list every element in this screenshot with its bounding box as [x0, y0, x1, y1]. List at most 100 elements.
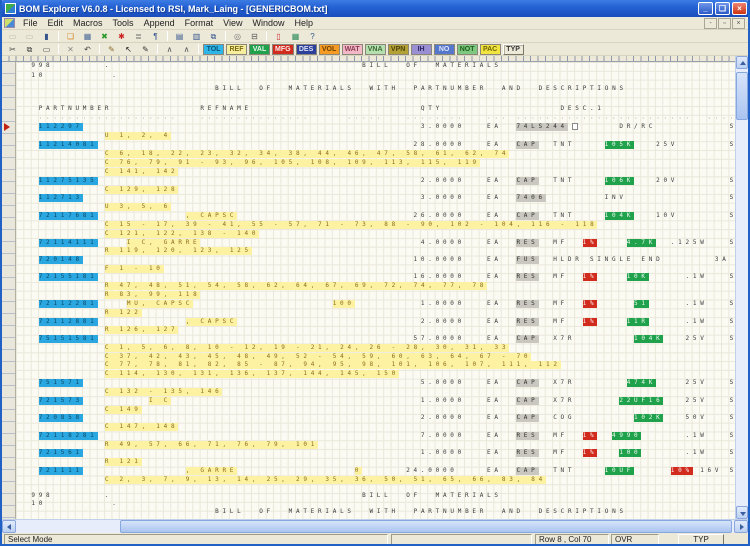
doc-seg-text: 5.0000: [421, 379, 465, 387]
doc-seg-dim: ························: [516, 115, 692, 123]
document-area[interactable]: 998.BILL OF MATERIALS10.BILL OF MATERIAL…: [2, 56, 748, 519]
vertical-scroll-thumb[interactable]: [736, 72, 748, 120]
doc-seg-pn: 721573: [39, 397, 83, 405]
field-button-wat[interactable]: WAT: [342, 44, 363, 55]
doc-line: R 121: [24, 458, 735, 467]
field-button-ih[interactable]: IH: [411, 44, 432, 55]
menu-view[interactable]: View: [218, 17, 247, 29]
layout-rows-icon[interactable]: ▤: [172, 31, 187, 42]
doc-seg-ref: C 132 - 135, 146: [105, 388, 223, 396]
doc-seg-text: .1W: [686, 432, 708, 440]
help-icon[interactable]: ?: [305, 31, 320, 42]
mdi-close-button[interactable]: ×: [732, 18, 745, 29]
status-panel-empty: [391, 534, 532, 545]
menu-format[interactable]: Format: [180, 17, 219, 29]
doc-seg-text: EA: [487, 397, 502, 405]
field-button-vpn[interactable]: VPN: [388, 44, 409, 55]
lines-icon[interactable]: ≣: [131, 31, 146, 42]
delete-icon[interactable]: ✕: [63, 44, 78, 55]
field-button-typ[interactable]: TYP: [503, 44, 524, 55]
menu-file[interactable]: File: [18, 17, 43, 29]
field-button-des[interactable]: DES: [296, 44, 317, 55]
doc-seg-text: MF: [553, 449, 568, 457]
doc-line: BILL OF MATERIALS WITH PARTNUMBER AND DE…: [24, 85, 735, 94]
field-button-not[interactable]: NOT: [457, 44, 478, 55]
doc-line: R 119, 120, 123, 125: [24, 247, 735, 256]
toolbar-separator: [225, 31, 226, 41]
find-icon[interactable]: ◎: [230, 31, 245, 42]
field-button-mfg[interactable]: MFG: [272, 44, 294, 55]
restore-button[interactable]: ❏: [715, 2, 730, 15]
doc-line: 7215611.0000EARESMF1%100.1WS: [24, 449, 735, 458]
mdi-restore-button[interactable]: ▫: [718, 18, 731, 29]
doc-seg-tol: 1%: [583, 273, 598, 281]
doc-seg-text: 4.0000: [421, 239, 465, 247]
pointer-icon[interactable]: ↖: [121, 44, 136, 55]
select-box-icon[interactable]: ▭: [39, 44, 54, 55]
caret-up2-icon[interactable]: ∧: [179, 44, 194, 55]
layout-columns-icon[interactable]: ▥: [189, 31, 204, 42]
caret-up-icon[interactable]: ∧: [162, 44, 177, 55]
vertical-scrollbar[interactable]: [735, 56, 748, 519]
toolbar-separator: [157, 44, 158, 54]
horizontal-scrollbar[interactable]: [2, 519, 748, 533]
menu-help[interactable]: Help: [289, 17, 318, 29]
field-button-vna[interactable]: VNA: [365, 44, 386, 55]
doc-seg-typ: 7406: [516, 194, 545, 202]
save-icon[interactable]: ▮: [39, 31, 54, 42]
title-bar[interactable]: BOM Explorer V6.0.8 - Licensed to RSI, M…: [0, 0, 750, 17]
pen-icon[interactable]: ✎: [104, 44, 119, 55]
field-button-vol[interactable]: VOL: [319, 44, 340, 55]
window-title: BOM Explorer V6.0.8 - Licensed to RSI, M…: [19, 4, 696, 14]
doc-seg-text: MF: [553, 432, 568, 440]
close-button[interactable]: ×: [732, 2, 747, 15]
app-window: BOM Explorer V6.0.8 - Licensed to RSI, M…: [0, 0, 750, 546]
doc-seg-dim: ···················: [39, 115, 179, 123]
scroll-up-button[interactable]: [736, 56, 748, 69]
undo-icon[interactable]: ↶: [80, 44, 95, 55]
horizontal-scroll-thumb[interactable]: [120, 520, 732, 533]
marker-icon[interactable]: ✎: [138, 44, 153, 55]
doc-seg-pn: 72114111: [39, 239, 98, 247]
scroll-down-button[interactable]: [736, 506, 748, 519]
doc-line: 72112281MU, CAPSC1001.0000EARESMF1%51.1W…: [24, 300, 735, 309]
layout-cascade-icon[interactable]: ⧉: [206, 31, 221, 42]
field-button-ref[interactable]: REF: [226, 44, 247, 55]
merge-icon[interactable]: ✖: [97, 31, 112, 42]
back-icon[interactable]: ▭: [5, 31, 20, 42]
field-button-no[interactable]: NO: [434, 44, 455, 55]
paragraph-icon[interactable]: ¶: [148, 31, 163, 42]
menu-window[interactable]: Window: [247, 17, 289, 29]
menu-append[interactable]: Append: [139, 17, 180, 29]
insert-column-icon[interactable]: ▯: [271, 31, 286, 42]
copy-page-icon[interactable]: ❏: [63, 31, 78, 42]
print-icon[interactable]: ⊟: [247, 31, 262, 42]
window-icon[interactable]: ▦: [80, 31, 95, 42]
doc-seg-dim: ···············: [200, 115, 310, 123]
copy-icon[interactable]: ⧉: [22, 44, 37, 55]
cut-icon[interactable]: ✂: [5, 44, 20, 55]
scroll-left-button[interactable]: [2, 520, 16, 533]
menu-macros[interactable]: Macros: [68, 17, 108, 29]
field-button-val[interactable]: VAL: [249, 44, 270, 55]
doc-seg-typ: FUS: [516, 256, 538, 264]
doc-seg-text: 25V: [686, 397, 708, 405]
doc-seg-text: END: [641, 256, 663, 264]
status-type-button[interactable]: TYP: [678, 534, 724, 545]
document-grid[interactable]: 998.BILL OF MATERIALS10.BILL OF MATERIAL…: [16, 62, 735, 519]
field-button-tol[interactable]: TOL: [203, 44, 224, 55]
doc-seg-pn: 112297: [39, 123, 83, 131]
highlight-icon[interactable]: ✱: [114, 31, 129, 42]
menu-tools[interactable]: Tools: [108, 17, 139, 29]
scroll-right-button[interactable]: [734, 520, 748, 533]
doc-seg-ref: 0: [355, 467, 362, 475]
field-button-pac[interactable]: PAC: [480, 44, 501, 55]
mdi-minimize-button[interactable]: -: [704, 18, 717, 29]
menu-edit[interactable]: Edit: [43, 17, 69, 29]
minimize-button[interactable]: _: [698, 2, 713, 15]
grid-color-icon[interactable]: ▦: [288, 31, 303, 42]
doc-line: 721182817.0000EARESMF1%4990.1WS: [24, 432, 735, 441]
doc-seg-ref: F 1 - 10: [105, 265, 164, 273]
doc-seg-dim: ·····: [347, 115, 384, 123]
forward-icon[interactable]: ▭: [22, 31, 37, 42]
